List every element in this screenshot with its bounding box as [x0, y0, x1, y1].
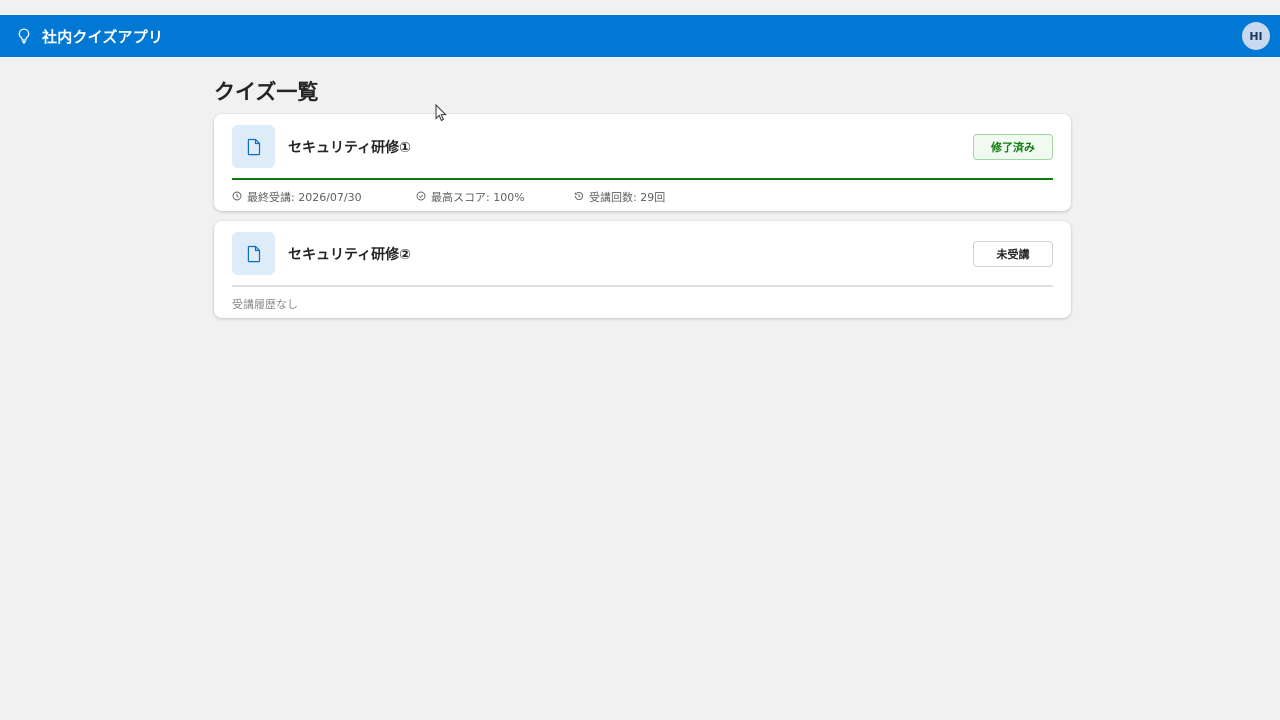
- last-taken: 最終受講: 2026/07/30: [232, 189, 416, 205]
- progress-bar: [232, 178, 1053, 180]
- last-taken-text: 最終受講: 2026/07/30: [247, 191, 362, 204]
- progress-bar: [232, 285, 1053, 287]
- document-icon: [232, 125, 275, 168]
- attempt-count: 受講回数: 29回: [574, 189, 665, 205]
- status-not-taken-button[interactable]: 未受講: [973, 240, 1053, 267]
- document-icon: [232, 232, 275, 275]
- quiz-card-security-1[interactable]: セキュリティ研修① 修了済み 最終受講: 2026/07/30 最高スコア: 1…: [214, 114, 1071, 211]
- mouse-cursor-icon: [435, 103, 447, 122]
- quiz-card-header: セキュリティ研修② 未受講: [232, 232, 1053, 275]
- quiz-meta: 最終受講: 2026/07/30 最高スコア: 100% 受講回数: 29回: [232, 188, 1053, 206]
- quiz-title: セキュリティ研修②: [288, 246, 412, 263]
- clock-icon: [232, 191, 242, 204]
- history-icon: [574, 191, 584, 204]
- best-score-text: 最高スコア: 100%: [431, 191, 525, 204]
- app-window: 社内クイズアプリ HI クイズ一覧 セキュリティ研修① 修了済み 最終受講: 2…: [0, 0, 1280, 720]
- quiz-title: セキュリティ研修①: [288, 139, 412, 156]
- quiz-card-security-2[interactable]: セキュリティ研修② 未受講 受講履歴なし: [214, 221, 1071, 318]
- main-content: クイズ一覧 セキュリティ研修① 修了済み 最終受講: 2026/07/30 最高…: [214, 76, 1071, 318]
- user-avatar[interactable]: HI: [1242, 22, 1270, 50]
- top-app-bar: 社内クイズアプリ HI: [0, 15, 1280, 57]
- attempt-count-text: 受講回数: 29回: [589, 191, 666, 204]
- status-completed-button[interactable]: 修了済み: [973, 133, 1053, 160]
- best-score: 最高スコア: 100%: [416, 189, 574, 205]
- lightbulb-icon: [16, 28, 32, 44]
- check-circle-icon: [416, 191, 426, 204]
- page-title: クイズ一覧: [214, 80, 319, 104]
- app-title: 社内クイズアプリ: [42, 27, 164, 46]
- no-history-text: 受講履歴なし: [232, 298, 298, 311]
- quiz-card-header: セキュリティ研修① 修了済み: [232, 125, 1053, 168]
